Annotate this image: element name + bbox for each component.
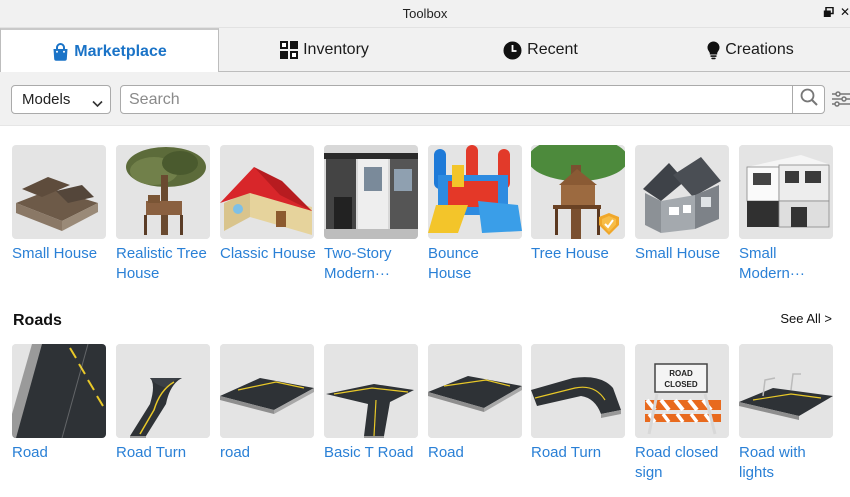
model-name[interactable]: Classic House	[220, 244, 318, 264]
search-button[interactable]	[792, 86, 824, 113]
model-card[interactable]: Realistic Tree House	[116, 145, 212, 284]
search-toolbar: Models	[0, 72, 850, 126]
model-card[interactable]: Bounce House	[428, 145, 524, 284]
model-thumbnail[interactable]	[220, 145, 314, 239]
model-name[interactable]: Bounce House	[428, 244, 526, 284]
model-name[interactable]: Two-Story Modern···	[324, 244, 422, 284]
model-name[interactable]: Small House	[12, 244, 110, 264]
model-name[interactable]: Road Turn	[116, 443, 214, 463]
model-thumbnail[interactable]	[220, 344, 314, 438]
tab-inventory[interactable]: Inventory	[219, 28, 430, 72]
model-name[interactable]: Tree House	[531, 244, 629, 264]
model-thumbnail[interactable]	[116, 145, 210, 239]
search-box	[120, 85, 825, 114]
tab-label: Recent	[527, 41, 578, 58]
model-name[interactable]: Road	[12, 443, 110, 463]
search-icon	[800, 88, 818, 111]
model-name[interactable]: Road	[428, 443, 526, 463]
title-bar: Toolbox ✕	[0, 0, 850, 28]
model-card[interactable]: Small House	[635, 145, 731, 264]
model-thumbnail[interactable]	[635, 145, 729, 239]
model-card[interactable]: Road Turn	[531, 344, 627, 463]
section-title: Roads	[13, 312, 62, 329]
grid-icon	[280, 41, 299, 59]
model-thumbnail[interactable]	[531, 344, 625, 438]
model-name[interactable]: Road closed sign	[635, 443, 733, 483]
model-thumbnail[interactable]	[428, 145, 522, 239]
model-card[interactable]: Road Turn	[116, 344, 212, 463]
verified-creator-badge-icon	[597, 212, 621, 236]
window-controls: ✕	[823, 5, 850, 19]
model-name[interactable]: Realistic Tree House	[116, 244, 214, 284]
window-title: Toolbox	[402, 6, 448, 21]
tab-label: Inventory	[303, 41, 369, 58]
filter-button[interactable]	[832, 90, 850, 110]
model-thumbnail[interactable]: ROAD CLOSED	[635, 344, 729, 438]
model-name[interactable]: Basic T Road	[324, 443, 422, 463]
category-dropdown[interactable]: Models	[11, 85, 111, 114]
model-thumbnail[interactable]	[531, 145, 625, 239]
search-input[interactable]	[121, 86, 781, 113]
see-all-link[interactable]: See All >	[780, 311, 832, 326]
model-thumbnail[interactable]	[428, 344, 522, 438]
model-card[interactable]: Two-Story Modern···	[324, 145, 420, 284]
model-name[interactable]: Small Modern···	[739, 244, 837, 284]
category-selected: Models	[22, 91, 71, 108]
model-thumbnail[interactable]	[12, 145, 106, 239]
filter-sliders-icon	[832, 91, 850, 112]
model-card[interactable]: Tree House	[531, 145, 627, 264]
model-thumbnail[interactable]	[739, 344, 833, 438]
model-name[interactable]: road	[220, 443, 318, 463]
model-thumbnail[interactable]	[116, 344, 210, 438]
model-thumbnail[interactable]	[739, 145, 833, 239]
model-thumbnail[interactable]	[324, 344, 418, 438]
shopping-bag-icon	[52, 42, 69, 61]
model-card[interactable]: ROAD CLOSED Road closed sign	[635, 344, 731, 483]
model-name[interactable]: Road Turn	[531, 443, 629, 463]
tab-label: Creations	[725, 41, 794, 58]
model-thumbnail[interactable]	[12, 344, 106, 438]
tab-recent[interactable]: Recent	[430, 28, 651, 72]
model-card[interactable]: Small Modern···	[739, 145, 835, 284]
model-thumbnail[interactable]	[324, 145, 418, 239]
lightbulb-icon	[707, 41, 720, 60]
model-card[interactable]: Road	[428, 344, 524, 463]
road-closed-sign-text-top: ROAD	[669, 369, 693, 378]
tab-creations[interactable]: Creations	[651, 28, 850, 72]
tab-marketplace[interactable]: Marketplace	[0, 28, 219, 73]
model-card[interactable]: Road	[12, 344, 108, 463]
chevron-down-icon	[92, 95, 103, 112]
model-card[interactable]: Road with lights	[739, 344, 835, 483]
tab-bar: Marketplace Inventory Recent Creations	[0, 28, 850, 73]
model-card[interactable]: road	[220, 344, 316, 463]
road-closed-sign-text-bottom: CLOSED	[664, 380, 698, 389]
model-name[interactable]: Road with lights	[739, 443, 837, 483]
tab-label: Marketplace	[74, 42, 167, 60]
clock-icon	[503, 41, 522, 60]
model-card[interactable]: Classic House	[220, 145, 316, 264]
model-name[interactable]: Small House	[635, 244, 733, 264]
close-icon[interactable]: ✕	[840, 5, 850, 19]
model-card[interactable]: Basic T Road	[324, 344, 420, 463]
model-card[interactable]: Small House	[12, 145, 108, 264]
restore-icon[interactable]	[823, 5, 837, 19]
